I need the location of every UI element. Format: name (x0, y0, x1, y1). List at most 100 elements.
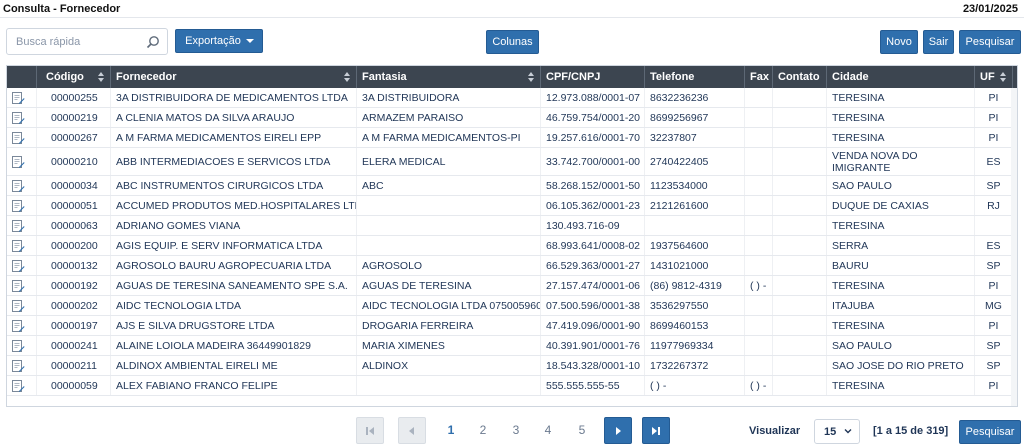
cell-cnpj: 68.993.641/0008-02 (541, 236, 645, 255)
edit-document-icon (12, 219, 25, 232)
table-row[interactable]: 00000063 ADRIANO GOMES VIANA 130.493.716-0… (7, 216, 1017, 236)
row-edit-button[interactable] (7, 216, 37, 235)
column-header-contato[interactable]: Contato (773, 66, 827, 88)
table-row[interactable]: 00000059 ALEX FABIANO FRANCO FELIPE 555.55… (7, 376, 1017, 396)
column-header-fax[interactable]: Fax (745, 66, 773, 88)
table-row[interactable]: 00000132 AGROSOLO BAURU AGROPECUARIA LTDA… (7, 256, 1017, 276)
cell-uf: SP (975, 336, 1013, 355)
prev-page-button[interactable] (398, 417, 426, 444)
cell-telefone: (86) 9812-4319 (645, 276, 745, 295)
table-row[interactable]: 00000241 ALAINE LOIOLA MADEIRA 3644990182… (7, 336, 1017, 356)
cell-contato (773, 236, 827, 255)
page-link-3[interactable]: 3 (508, 423, 524, 437)
cell-contato (773, 148, 827, 175)
page-link-1[interactable]: 1 (443, 423, 459, 437)
cell-fantasia (357, 376, 541, 395)
column-header-codigo[interactable]: Código (37, 66, 111, 88)
row-edit-button[interactable] (7, 236, 37, 255)
row-edit-button[interactable] (7, 176, 37, 195)
vertical-scrollbar[interactable] (1011, 88, 1017, 406)
row-edit-button[interactable] (7, 296, 37, 315)
row-edit-button[interactable] (7, 356, 37, 375)
cell-fornecedor: AJS E SILVA DRUGSTORE LTDA (111, 316, 357, 335)
quick-search (6, 28, 168, 55)
search-icon[interactable] (146, 35, 160, 49)
table-row[interactable]: 00000210 ABB INTERMEDIACOES E SERVICOS LT… (7, 148, 1017, 176)
row-edit-button[interactable] (7, 316, 37, 335)
table-row[interactable]: 00000219 A CLENIA MATOS DA SILVA ARAUJO AR… (7, 108, 1017, 128)
columns-button[interactable]: Colunas (486, 30, 539, 54)
column-header-uf[interactable]: UF (975, 66, 1013, 88)
next-page-button[interactable] (604, 417, 632, 444)
cell-telefone: 8699460153 (645, 316, 745, 335)
cell-fax (745, 336, 773, 355)
cell-codigo: 00000219 (37, 108, 111, 127)
row-edit-button[interactable] (7, 108, 37, 127)
cell-telefone: 1732267372 (645, 356, 745, 375)
chevron-down-icon (246, 39, 254, 43)
row-edit-button[interactable] (7, 256, 37, 275)
table-row[interactable]: 00000267 A M FARMA MEDICAMENTOS EIRELI EP… (7, 128, 1017, 148)
last-page-icon (652, 426, 660, 435)
cell-fax (745, 128, 773, 147)
cell-fantasia: ALDINOX (357, 356, 541, 375)
cell-fornecedor: ABB INTERMEDIACOES E SERVICOS LTDA (111, 148, 357, 175)
cell-fax (745, 296, 773, 315)
last-page-button[interactable] (642, 417, 670, 444)
search-button[interactable]: Pesquisar (959, 30, 1021, 54)
row-edit-button[interactable] (7, 148, 37, 175)
quick-search-input[interactable] (7, 29, 143, 54)
cell-cnpj: 40.391.901/0001-76 (541, 336, 645, 355)
prev-page-icon (409, 426, 414, 435)
cell-cnpj: 33.742.700/0001-00 (541, 148, 645, 175)
table-row[interactable]: 00000200 AGIS EQUIP. E SERV INFORMATICA L… (7, 236, 1017, 256)
cell-fornecedor: ALEX FABIANO FRANCO FELIPE (111, 376, 357, 395)
cell-cidade: BAURU (827, 256, 975, 275)
column-header-telefone[interactable]: Telefone (645, 66, 745, 88)
column-header-cpf-cnpj[interactable]: CPF/CNPJ (541, 66, 645, 88)
table-row[interactable]: 00000051 ACCUMED PRODUTOS MED.HOSPITALARE… (7, 196, 1017, 216)
export-button[interactable]: Exportação (175, 29, 263, 53)
cell-fax (745, 108, 773, 127)
page-size-select[interactable]: 15 (814, 419, 860, 444)
table-row[interactable]: 00000211 ALDINOX AMBIENTAL EIRELI ME ALDIN… (7, 356, 1017, 376)
cell-cnpj: 18.543.328/0001-10 (541, 356, 645, 375)
column-header-cidade[interactable]: Cidade (827, 66, 975, 88)
cell-codigo: 00000241 (37, 336, 111, 355)
cell-fornecedor: AGUAS DE TERESINA SANEAMENTO SPE S.A. (111, 276, 357, 295)
cell-telefone: 32237807 (645, 128, 745, 147)
cell-contato (773, 88, 827, 107)
table-row[interactable]: 00000202 AIDC TECNOLOGIA LTDA AIDC TECNOLO… (7, 296, 1017, 316)
page-link-4[interactable]: 4 (540, 423, 556, 437)
new-button[interactable]: Novo (880, 30, 918, 54)
cell-fax: ( ) - (745, 376, 773, 395)
first-page-button[interactable] (356, 417, 384, 444)
column-header-fornecedor[interactable]: Fornecedor (111, 66, 357, 88)
search-button-bottom[interactable]: Pesquisar (959, 420, 1021, 444)
cell-uf: SP (975, 356, 1013, 375)
cell-codigo: 00000255 (37, 88, 111, 107)
row-edit-button[interactable] (7, 276, 37, 295)
cell-fax (745, 88, 773, 107)
table-row[interactable]: 00000034 ABC INSTRUMENTOS CIRURGICOS LTDA… (7, 176, 1017, 196)
cell-fantasia: MARIA XIMENES (357, 336, 541, 355)
page-link-5[interactable]: 5 (574, 423, 590, 437)
edit-document-icon (12, 131, 25, 144)
column-header-fantasia[interactable]: Fantasia (357, 66, 541, 88)
table-row[interactable]: 00000192 AGUAS DE TERESINA SANEAMENTO SPE… (7, 276, 1017, 296)
row-edit-button[interactable] (7, 376, 37, 395)
row-edit-button[interactable] (7, 196, 37, 215)
row-edit-button[interactable] (7, 88, 37, 107)
cell-codigo: 00000211 (37, 356, 111, 375)
exit-button[interactable]: Sair (923, 30, 954, 54)
row-edit-button[interactable] (7, 336, 37, 355)
row-edit-button[interactable] (7, 128, 37, 147)
page-link-2[interactable]: 2 (475, 423, 491, 437)
edit-document-icon (12, 299, 25, 312)
cell-fantasia: ELERA MEDICAL (357, 148, 541, 175)
cell-fantasia: AIDC TECNOLOGIA LTDA 075005960 (357, 296, 541, 315)
table-row[interactable]: 00000255 3A DISTRIBUIDORA DE MEDICAMENTOS… (7, 88, 1017, 108)
cell-telefone: 1937564600 (645, 236, 745, 255)
cell-codigo: 00000200 (37, 236, 111, 255)
table-row[interactable]: 00000197 AJS E SILVA DRUGSTORE LTDA DROGAR… (7, 316, 1017, 336)
